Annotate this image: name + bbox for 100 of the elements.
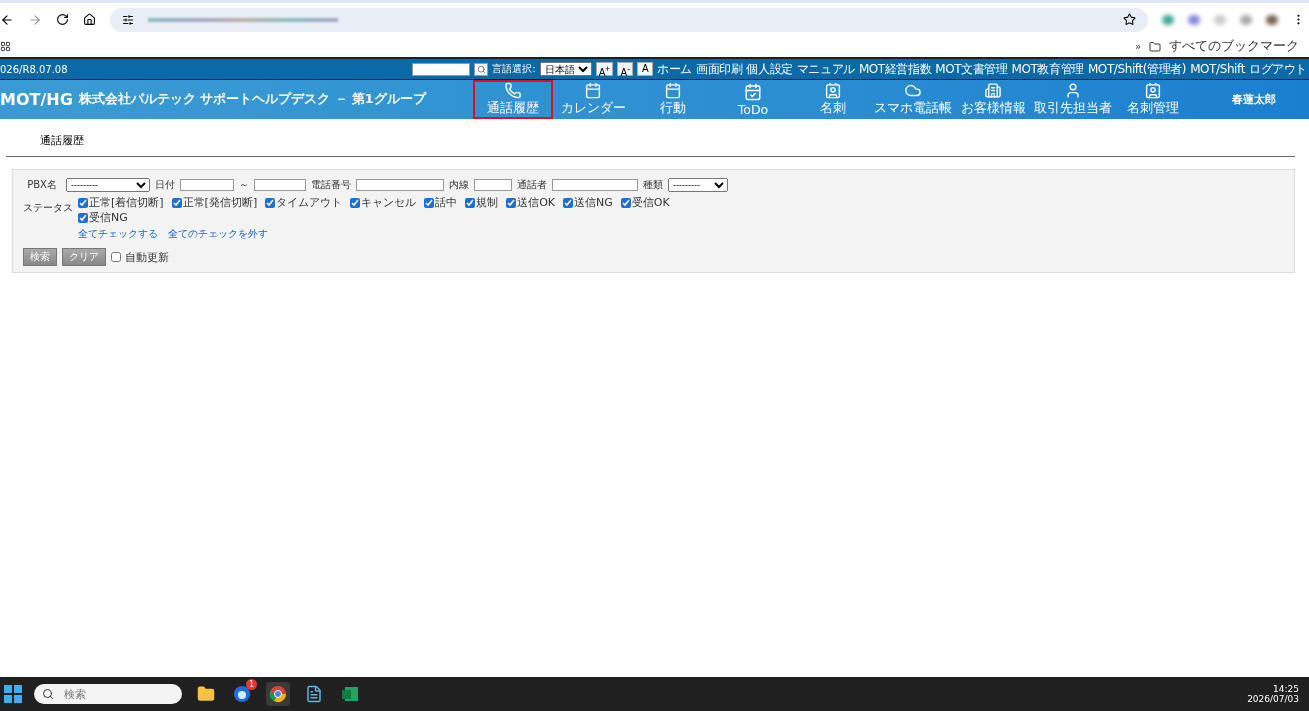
- spreadsheet-app-icon: [341, 685, 359, 703]
- checkbox-label: 正常[着信切断]: [89, 195, 164, 210]
- date-from-field[interactable]: [180, 179, 234, 191]
- search-field[interactable]: [412, 62, 471, 76]
- checkbox-label: タイムアウト: [276, 195, 343, 210]
- field-label: 日付: [155, 178, 175, 192]
- browser-app-icon: [269, 685, 287, 703]
- status-checkbox[interactable]: [265, 197, 276, 208]
- font-size-button[interactable]: A$^{-}$: [617, 62, 634, 76]
- phone-field[interactable]: [356, 179, 444, 191]
- checkbox-label: キャンセル: [361, 195, 417, 210]
- top-link[interactable]: マニュアル: [796, 60, 855, 78]
- building-icon: [984, 82, 1002, 99]
- field-label: 種類: [643, 178, 663, 192]
- extension-field[interactable]: [474, 179, 512, 191]
- nav-item[interactable]: 取引先担当者: [1033, 80, 1113, 119]
- calendar-icon: [744, 82, 762, 101]
- apps-icon[interactable]: [0, 41, 11, 52]
- field-label: 通話者: [517, 178, 547, 192]
- forward-icon[interactable]: [28, 12, 42, 27]
- font-size-button[interactable]: A$^{+}$: [595, 62, 614, 76]
- notepad-icon: [305, 685, 323, 703]
- profile-icon[interactable]: [1266, 14, 1278, 25]
- checkbox-label: 送信NG: [574, 195, 613, 210]
- status-checkbox[interactable]: [350, 197, 361, 208]
- nav-item[interactable]: 名刺管理: [1113, 80, 1193, 119]
- field-label: ステータス: [23, 201, 73, 215]
- status-checkbox[interactable]: [424, 197, 435, 208]
- top-link[interactable]: MOT/Shift(管理者): [1087, 60, 1187, 78]
- status-checkbox[interactable]: [620, 197, 631, 208]
- status-checkbox[interactable]: [171, 197, 182, 208]
- checkbox-label: 受信OK: [631, 195, 670, 210]
- font-size-button[interactable]: A: [637, 62, 654, 76]
- contact-card-icon: [824, 82, 842, 99]
- top-link[interactable]: MOT教育管理: [1011, 60, 1084, 78]
- pbx-select[interactable]: ---------: [66, 178, 150, 192]
- top-link[interactable]: ログアウト: [1249, 60, 1307, 78]
- home-icon[interactable]: [83, 13, 96, 26]
- start-icon[interactable]: [4, 685, 22, 703]
- nav-item[interactable]: お客様情報: [953, 80, 1033, 119]
- top-link[interactable]: MOT経営指数: [858, 60, 932, 78]
- nav-item[interactable]: 通話履歴: [473, 80, 553, 119]
- site-settings-icon[interactable]: [122, 13, 134, 26]
- folder-icon: [197, 685, 215, 703]
- language-select[interactable]: 日本語: [539, 62, 592, 76]
- mail-app-icon: [233, 685, 251, 703]
- checkbox-label: 送信OK: [517, 195, 556, 210]
- status-checkbox[interactable]: [78, 197, 88, 208]
- taskbar-app[interactable]: 1: [230, 682, 254, 706]
- taskbar-search[interactable]: 検索: [34, 684, 182, 704]
- notification-badge: 1: [246, 679, 257, 690]
- clock-date: 2026/07/03: [1247, 694, 1299, 704]
- type-select[interactable]: ---------: [668, 178, 728, 192]
- status-checkbox[interactable]: [78, 212, 88, 223]
- overflow-chevron[interactable]: »: [1134, 41, 1141, 52]
- top-link[interactable]: 個人設定: [746, 60, 793, 78]
- top-link[interactable]: 画面印刷: [696, 60, 743, 78]
- status-checkbox[interactable]: [506, 197, 517, 208]
- clock-time: 14:25: [1273, 684, 1299, 694]
- reload-icon[interactable]: [56, 13, 69, 26]
- status-checkbox[interactable]: [563, 197, 574, 208]
- logo: MOT/HG: [0, 90, 73, 109]
- date-text: 026/R8.07.08: [0, 63, 68, 75]
- contact-card-icon: [1144, 82, 1162, 99]
- checkbox-label: 正常[発信切断]: [182, 195, 258, 210]
- bookmarks-folder[interactable]: すべてのブックマーク: [1169, 38, 1299, 55]
- search-icon: [42, 688, 54, 700]
- calendar-icon: [584, 82, 602, 99]
- taskbar-search-input[interactable]: 検索: [62, 687, 166, 701]
- star-icon[interactable]: [1123, 13, 1136, 26]
- range-separator: ～: [239, 178, 249, 192]
- nav-item[interactable]: 行動: [633, 80, 713, 119]
- top-link[interactable]: MOT/Shift: [1190, 62, 1245, 76]
- cloud-icon: [904, 82, 922, 99]
- checkbox-label: 受信NG: [89, 210, 128, 225]
- top-link[interactable]: MOT文書管理: [935, 60, 1008, 78]
- calendar-icon: [664, 82, 682, 99]
- field-label: PBX名: [26, 178, 58, 192]
- auto-refresh-checkbox[interactable]: [111, 252, 121, 262]
- back-icon[interactable]: [0, 12, 14, 27]
- folder-icon: [1149, 40, 1161, 53]
- nav-item[interactable]: カレンダー: [553, 80, 633, 119]
- user-name: 春蓮太郎: [1231, 92, 1277, 107]
- uncheck-all-link[interactable]: 全てのチェックを外す: [168, 227, 268, 241]
- field-label: 電話番号: [311, 178, 351, 192]
- top-link[interactable]: ホーム: [657, 60, 693, 78]
- date-to-field[interactable]: [254, 179, 306, 191]
- nav-item[interactable]: スマホ電話帳: [873, 80, 953, 119]
- company-name: 株式会社パルテック サポートヘルプデスク － 第1グループ: [78, 91, 426, 108]
- caller-field[interactable]: [552, 179, 638, 191]
- search-button[interactable]: [474, 62, 489, 76]
- checkbox-label: 規制: [476, 195, 499, 210]
- person-icon: [1064, 82, 1082, 99]
- extension-icon[interactable]: [1188, 14, 1200, 25]
- nav-item[interactable]: ToDo: [713, 80, 793, 119]
- language-label: 言語選択:: [492, 62, 536, 76]
- nav-item[interactable]: 名刺: [793, 80, 873, 119]
- check-all-link[interactable]: 全てチェックする: [78, 227, 158, 241]
- taskbar-app[interactable]: [266, 682, 290, 706]
- status-checkbox[interactable]: [465, 197, 476, 208]
